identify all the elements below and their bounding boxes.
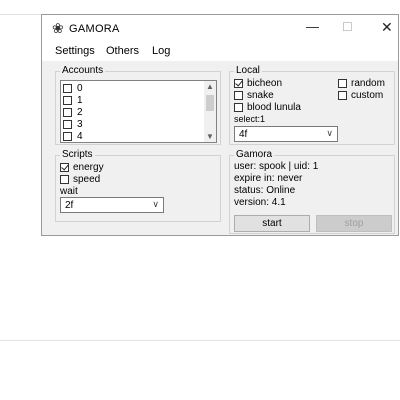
- account-checkbox[interactable]: [63, 131, 72, 141]
- select-label: select:1: [234, 114, 266, 124]
- speed-option[interactable]: speed: [60, 174, 100, 185]
- minimize-button[interactable]: —: [306, 20, 319, 34]
- random-label: random: [351, 78, 385, 89]
- maximize-button[interactable]: ☐: [342, 20, 353, 34]
- speed-label: speed: [73, 174, 101, 185]
- snake-option[interactable]: snake: [234, 90, 274, 101]
- chevron-down-icon[interactable]: ∨: [152, 199, 159, 210]
- energy-label: energy: [73, 162, 104, 173]
- custom-option[interactable]: custom: [338, 90, 383, 101]
- blood-lunula-checkbox[interactable]: [234, 103, 243, 112]
- user-info: user: spook | uid: 1: [234, 161, 319, 172]
- menu-bar: Settings Others Log: [42, 43, 398, 61]
- list-item[interactable]: 1: [63, 94, 83, 106]
- bicheon-checkbox[interactable]: [234, 79, 243, 88]
- scroll-down-icon[interactable]: ▼: [206, 132, 214, 141]
- wait-value: 2f: [65, 200, 74, 211]
- accounts-group-label: Accounts: [62, 65, 104, 76]
- page-divider-bottom: [0, 340, 400, 341]
- blood-lunula-label: blood lunula: [247, 102, 301, 113]
- scroll-up-icon[interactable]: ▲: [206, 82, 214, 91]
- local-group: Local bicheon snake blood lunula random …: [229, 66, 395, 145]
- menu-others[interactable]: Others: [106, 45, 139, 57]
- version-info: version: 4.1: [234, 197, 286, 208]
- account-checkbox[interactable]: [63, 95, 72, 105]
- snake-label: snake: [247, 90, 274, 101]
- account-label: 1: [77, 94, 83, 106]
- status-info: status: Online: [234, 185, 296, 196]
- custom-checkbox[interactable]: [338, 91, 347, 100]
- speed-checkbox[interactable]: [60, 175, 69, 184]
- accounts-list[interactable]: 0 1 2 3 4 ▲ ▼: [60, 80, 217, 143]
- list-item[interactable]: 0: [63, 82, 83, 94]
- gamora-group: Gamora user: spook | uid: 1 expire in: n…: [229, 150, 395, 234]
- close-button[interactable]: ✕: [381, 20, 393, 34]
- stop-button[interactable]: stop: [316, 215, 392, 232]
- account-checkbox[interactable]: [63, 83, 72, 93]
- title-bar[interactable]: ❀ GAMORA — ☐ ✕: [42, 15, 398, 43]
- wait-dropdown[interactable]: 2f ∨: [60, 197, 164, 213]
- list-item[interactable]: 4: [63, 130, 83, 142]
- blood-lunula-option[interactable]: blood lunula: [234, 102, 301, 113]
- snake-checkbox[interactable]: [234, 91, 243, 100]
- energy-checkbox[interactable]: [60, 163, 69, 172]
- account-label: 2: [77, 106, 83, 118]
- menu-settings[interactable]: Settings: [55, 45, 95, 57]
- bicheon-option[interactable]: bicheon: [234, 78, 282, 89]
- account-label: 4: [77, 130, 83, 142]
- page-divider-top: [0, 14, 41, 15]
- bug-icon: ❀: [52, 20, 64, 36]
- energy-option[interactable]: energy: [60, 162, 104, 173]
- random-option[interactable]: random: [338, 78, 385, 89]
- gamora-window: ❀ GAMORA — ☐ ✕ Settings Others Log Accou…: [41, 14, 399, 236]
- scripts-group: Scripts energy speed wait 2f ∨: [55, 150, 221, 222]
- start-button[interactable]: start: [234, 215, 310, 232]
- list-item[interactable]: 3: [63, 118, 83, 130]
- account-label: 0: [77, 82, 83, 94]
- window-title: GAMORA: [69, 23, 120, 35]
- local-group-label: Local: [236, 65, 260, 76]
- accounts-group: Accounts 0 1 2 3 4 ▲ ▼: [55, 66, 221, 145]
- scripts-group-label: Scripts: [62, 149, 93, 160]
- accounts-scrollbar[interactable]: ▲ ▼: [204, 81, 216, 142]
- menu-log[interactable]: Log: [152, 45, 170, 57]
- account-label: 3: [77, 118, 83, 130]
- bicheon-label: bicheon: [247, 78, 283, 89]
- chevron-down-icon[interactable]: ∨: [326, 128, 333, 139]
- scroll-thumb[interactable]: [206, 95, 214, 111]
- random-checkbox[interactable]: [338, 79, 347, 88]
- account-checkbox[interactable]: [63, 119, 72, 129]
- list-item[interactable]: 2: [63, 106, 83, 118]
- expire-info: expire in: never: [234, 173, 303, 184]
- gamora-group-label: Gamora: [236, 149, 273, 160]
- select-dropdown[interactable]: 4f ∨: [234, 126, 338, 142]
- account-checkbox[interactable]: [63, 107, 72, 117]
- select-value: 4f: [239, 129, 248, 140]
- wait-label: wait: [60, 186, 78, 197]
- custom-label: custom: [351, 90, 384, 101]
